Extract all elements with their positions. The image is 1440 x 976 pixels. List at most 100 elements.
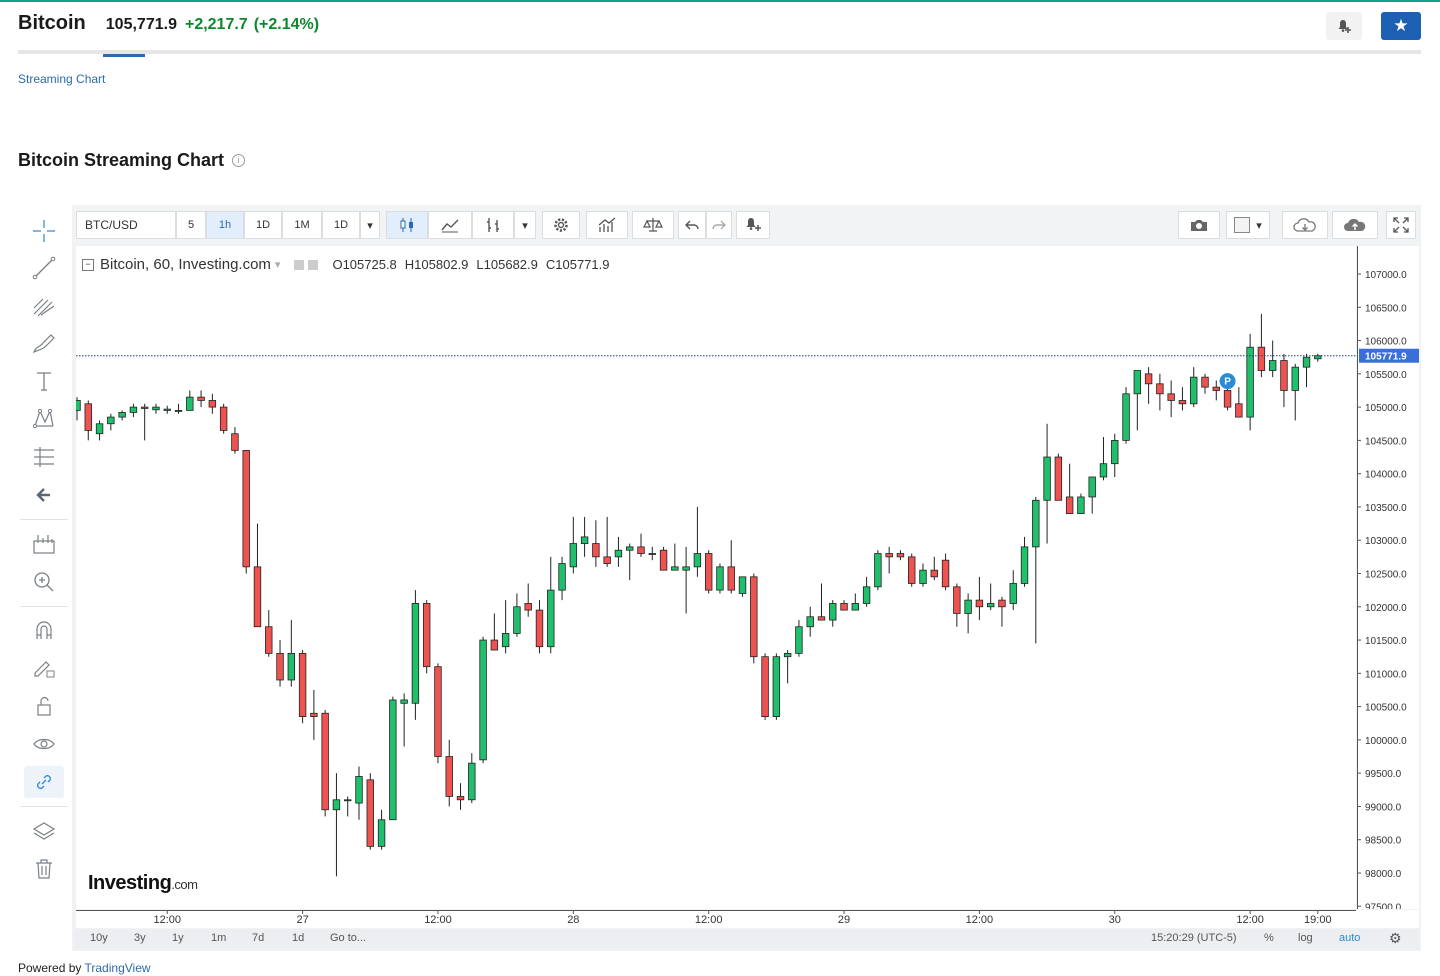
- candle-body: [535, 609, 544, 648]
- alert-chart-button[interactable]: [736, 211, 770, 239]
- candle-body: [851, 603, 860, 611]
- candle-body: [197, 396, 205, 401]
- candle-body: [930, 569, 938, 578]
- studies-button[interactable]: [586, 211, 628, 239]
- legend-close: C105771.9: [545, 257, 610, 272]
- interval-1d[interactable]: 1D: [244, 211, 282, 239]
- candle-body: [1201, 376, 1209, 388]
- range-1m[interactable]: 1m: [211, 932, 226, 944]
- y-tick-label: 102000.0: [1365, 603, 1407, 614]
- link-icon: [37, 775, 51, 789]
- x-tick-label: 12:00: [153, 914, 181, 926]
- object-tree-tool[interactable]: [24, 815, 64, 847]
- fullscreen-button[interactable]: [1386, 211, 1416, 239]
- eye-toggle-icon[interactable]: [294, 259, 305, 270]
- color-swatch: [1234, 217, 1251, 233]
- range-10y[interactable]: 10y: [90, 932, 108, 944]
- settings-button[interactable]: [542, 211, 580, 239]
- tab-streaming-chart[interactable]: Streaming Chart: [18, 72, 105, 86]
- undo-button[interactable]: [678, 211, 706, 239]
- interval-5[interactable]: 5: [176, 211, 206, 239]
- candle-body: [862, 586, 871, 604]
- prediction-tool[interactable]: [24, 441, 64, 473]
- forecast-icon: [34, 447, 54, 467]
- info-icon[interactable]: i: [232, 154, 246, 167]
- measure-tool[interactable]: [24, 528, 64, 560]
- interval-chevron[interactable]: ▾: [360, 211, 380, 239]
- y-tick-label: 107000.0: [1365, 270, 1407, 281]
- bars-chevron[interactable]: ▾: [514, 211, 536, 239]
- candle-body: [1178, 400, 1187, 405]
- text-tool[interactable]: [24, 365, 64, 397]
- interval-1h[interactable]: 1h: [206, 211, 244, 239]
- trend-line-tool[interactable]: [24, 252, 64, 284]
- price-axis[interactable]: 97500.0 98000.0 98500.0 99000.0 99500.0 10000…: [1357, 246, 1419, 913]
- candle-body: [298, 652, 307, 717]
- candle-body: [411, 603, 420, 704]
- plot-area[interactable]: P: [76, 246, 1356, 909]
- candles-button[interactable]: [386, 211, 428, 239]
- investing-logo: Investing.com: [88, 872, 198, 895]
- goto-date[interactable]: Go to...: [330, 932, 366, 944]
- star-icon: ★: [1393, 16, 1409, 35]
- candle-body: [265, 626, 273, 654]
- range-3y[interactable]: 3y: [134, 932, 146, 944]
- lock-drawing-tool[interactable]: [24, 652, 64, 684]
- compare-button[interactable]: [632, 211, 674, 239]
- candle-body: [648, 553, 656, 555]
- candle-body: [389, 699, 397, 821]
- pattern-tool[interactable]: [24, 403, 64, 435]
- range-7d[interactable]: 7d: [252, 932, 264, 944]
- back-tool[interactable]: [24, 479, 64, 511]
- lock-tool[interactable]: [24, 690, 64, 722]
- alert-button[interactable]: [1326, 12, 1362, 40]
- candle-body: [76, 400, 81, 411]
- candle-body: [1054, 456, 1063, 501]
- chevron-down-icon[interactable]: ▾: [275, 258, 281, 271]
- interval-dropdown[interactable]: 1D: [322, 211, 360, 239]
- range-1y[interactable]: 1y: [172, 932, 184, 944]
- undo-icon: [685, 220, 699, 230]
- y-tick-label: 101000.0: [1365, 669, 1407, 680]
- interval-1m[interactable]: 1M: [282, 211, 322, 239]
- fib-tool[interactable]: [24, 290, 64, 322]
- visibility-tool[interactable]: [24, 728, 64, 760]
- x-tick-label: 12:00: [966, 914, 994, 926]
- log-toggle[interactable]: log: [1298, 932, 1313, 944]
- legend-high: H105802.9: [404, 257, 469, 272]
- percent-toggle[interactable]: %: [1264, 932, 1274, 944]
- bars-button[interactable]: [472, 211, 514, 239]
- candle-body: [772, 656, 781, 717]
- ruler-icon: [33, 535, 55, 554]
- redo-button[interactable]: [706, 211, 732, 239]
- brush-tool[interactable]: [24, 328, 64, 360]
- time-axis-labels: 12:00 27 12:00 28 12:00 29 12:00 30 12:00 19:00: [76, 910, 1356, 926]
- snapshot-button[interactable]: [1178, 211, 1220, 239]
- y-tick-label: 99500.0: [1365, 769, 1402, 780]
- save-chart-button[interactable]: [1332, 211, 1378, 239]
- sync-drawings-tool[interactable]: [24, 766, 64, 798]
- y-tick-label: 105000.0: [1365, 403, 1407, 414]
- zoom-in-tool[interactable]: [24, 566, 64, 598]
- settings-toggle-icon[interactable]: [308, 259, 319, 270]
- load-chart-button[interactable]: [1282, 211, 1328, 239]
- background-color-button[interactable]: ▾: [1226, 211, 1270, 239]
- range-1d[interactable]: 1d: [292, 932, 304, 944]
- x-tick-label: 29: [838, 914, 850, 926]
- candle-body: [434, 666, 442, 757]
- symbol-input[interactable]: BTC/USD: [76, 211, 176, 239]
- gear-icon[interactable]: ⚙: [1389, 930, 1402, 947]
- candle-body: [637, 546, 645, 554]
- candle-body: [716, 566, 724, 591]
- collapse-icon[interactable]: −: [82, 258, 94, 271]
- auto-toggle[interactable]: auto: [1339, 932, 1360, 944]
- crosshair-tool[interactable]: [24, 215, 64, 247]
- remove-drawings-tool[interactable]: [24, 853, 64, 885]
- x-tick-label: 30: [1109, 914, 1121, 926]
- time-axis[interactable]: 12:00 27 12:00 28 12:00 29 12:00 30 12:00 19:00: [76, 910, 1419, 928]
- magnet-tool[interactable]: [24, 614, 64, 646]
- indicators-button[interactable]: [428, 211, 472, 239]
- tradingview-link[interactable]: TradingView: [85, 961, 151, 975]
- camera-icon: [1191, 220, 1207, 231]
- watchlist-star-button[interactable]: ★: [1381, 12, 1421, 40]
